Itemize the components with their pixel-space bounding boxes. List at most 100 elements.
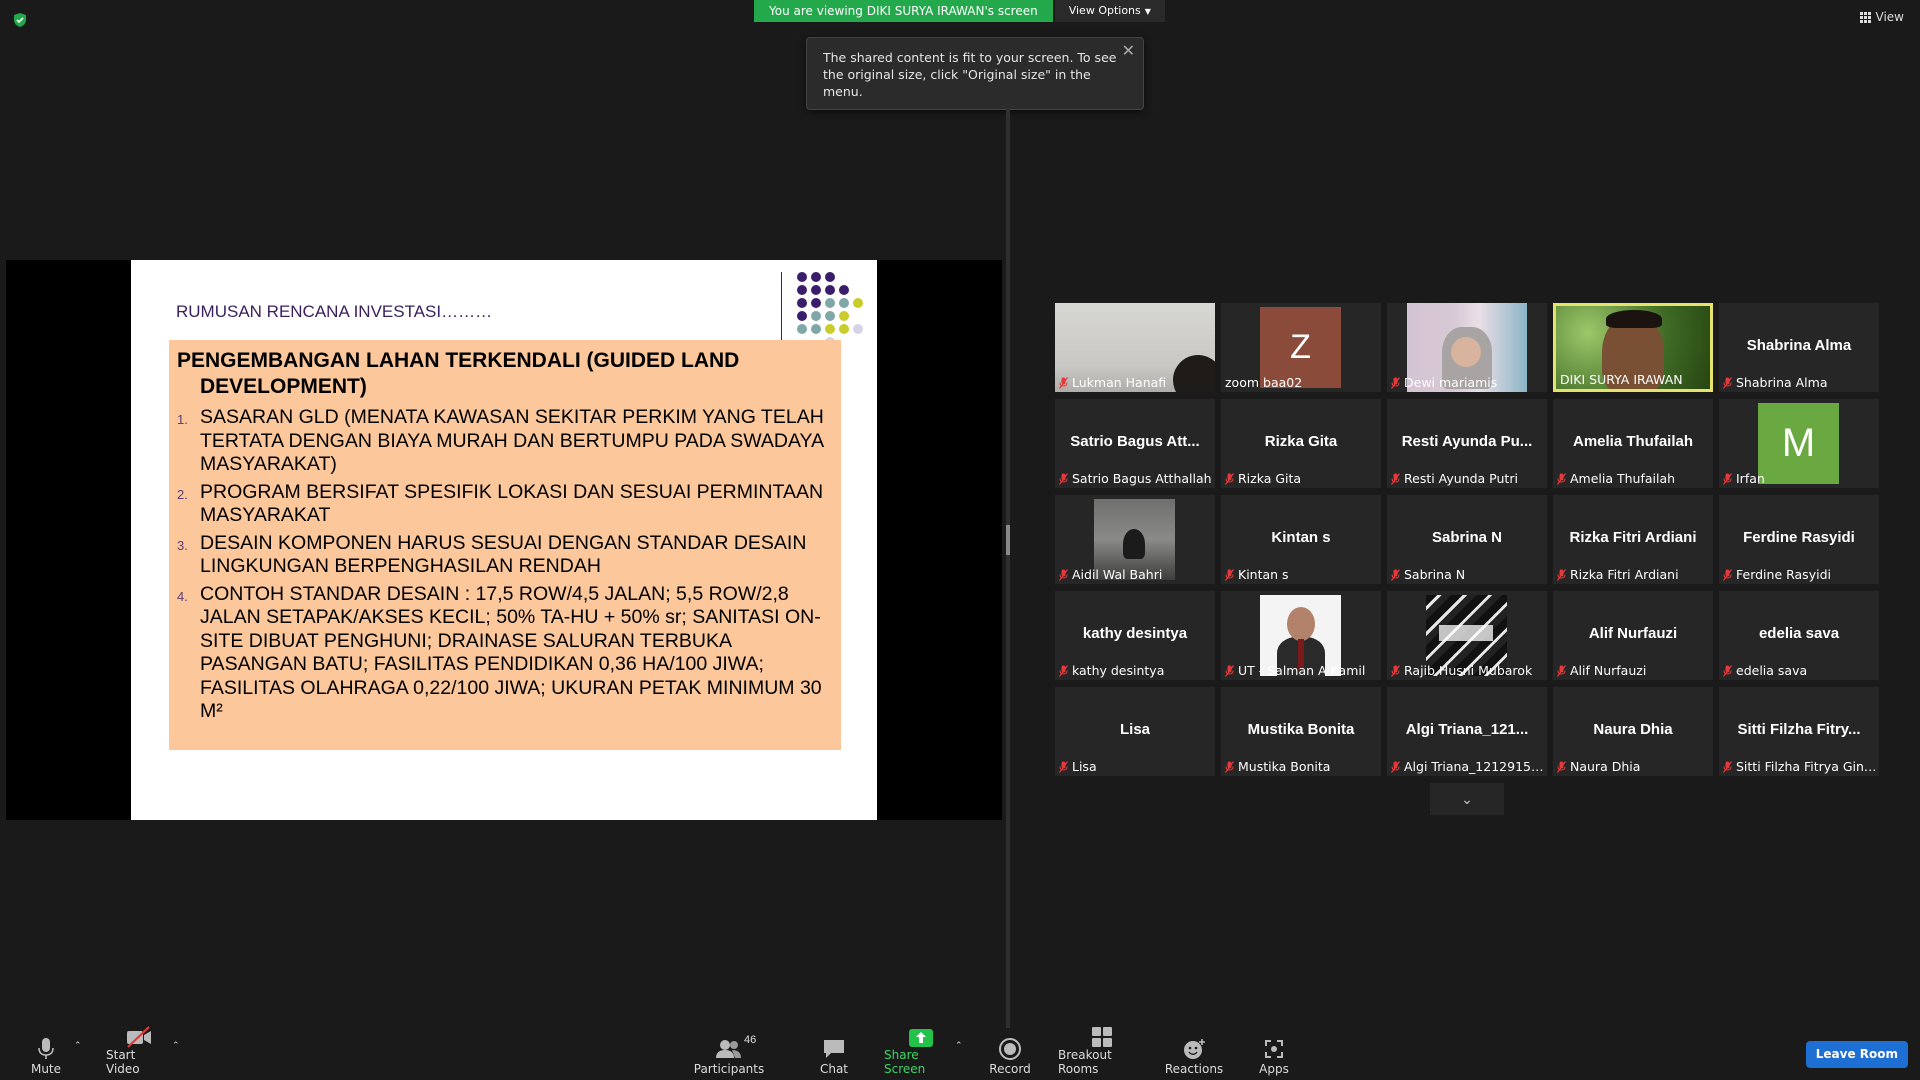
slide-item-number: 3. bbox=[177, 537, 188, 553]
apps-button[interactable]: Apps bbox=[1256, 1030, 1292, 1076]
resize-handle[interactable] bbox=[1006, 525, 1010, 555]
participant-name: zoom baa02 bbox=[1225, 375, 1303, 390]
participant-tile[interactable]: Lisa Lisa bbox=[1055, 687, 1215, 776]
breakout-rooms-label: Breakout Rooms bbox=[1058, 1048, 1112, 1076]
share-screen-icon bbox=[909, 1029, 933, 1047]
chat-button[interactable]: Chat bbox=[810, 1030, 858, 1076]
muted-mic-icon bbox=[1557, 760, 1566, 773]
participant-tile[interactable]: DIKI SURYA IRAWAN bbox=[1553, 303, 1713, 392]
muted-mic-icon bbox=[1059, 664, 1068, 677]
decorative-dot bbox=[839, 311, 849, 321]
decorative-dot bbox=[811, 272, 821, 282]
participant-tile[interactable]: Rizka Fitri Ardiani Rizka Fitri Ardiani bbox=[1553, 495, 1713, 584]
video-options-caret[interactable]: ⌃ bbox=[172, 1040, 180, 1051]
audio-options-caret[interactable]: ⌃ bbox=[74, 1040, 82, 1051]
mute-label: Mute bbox=[30, 1062, 62, 1076]
participant-tile[interactable]: Lukman Hanafi bbox=[1055, 303, 1215, 392]
participant-tile[interactable]: Alif Nurfauzi Alif Nurfauzi bbox=[1553, 591, 1713, 680]
participant-display-name: Algi Triana_121... bbox=[1405, 721, 1529, 738]
participant-name-label: Lisa bbox=[1059, 759, 1097, 774]
muted-mic-icon bbox=[1557, 664, 1566, 677]
view-options-button[interactable]: View Options ▼ bbox=[1054, 0, 1165, 22]
fit-to-screen-notice: The shared content is fit to your screen… bbox=[806, 37, 1144, 110]
participant-tile[interactable]: Sabrina N Sabrina N bbox=[1387, 495, 1547, 584]
participant-tile[interactable]: Aidil Wal Bahri bbox=[1055, 495, 1215, 584]
participant-display-name: Rizka Gita bbox=[1264, 433, 1338, 450]
breakout-rooms-button[interactable]: Breakout Rooms bbox=[1058, 1027, 1146, 1076]
participant-tile[interactable]: Satrio Bagus Att... Satrio Bagus Atthalla… bbox=[1055, 399, 1215, 488]
leave-room-button[interactable]: Leave Room bbox=[1805, 1041, 1908, 1068]
slide-heading-line1: PENGEMBANGAN LAHAN TERKENDALI (GUIDED LA… bbox=[177, 349, 740, 372]
chat-label: Chat bbox=[819, 1062, 849, 1076]
participant-tile[interactable]: Algi Triana_121... Algi Triana_12129150..… bbox=[1387, 687, 1547, 776]
participant-tile[interactable]: Mustika Bonita Mustika Bonita bbox=[1221, 687, 1381, 776]
decorative-dot bbox=[853, 285, 863, 295]
participant-tile[interactable]: Zzoom baa02 bbox=[1221, 303, 1381, 392]
participants-label: Participants bbox=[693, 1062, 765, 1076]
participant-tile[interactable]: M Irfan bbox=[1719, 399, 1879, 488]
encryption-shield-icon[interactable] bbox=[12, 12, 28, 28]
start-video-label: Start Video bbox=[106, 1048, 140, 1076]
participant-tile[interactable]: Resti Ayunda Pu... Resti Ayunda Putri bbox=[1387, 399, 1547, 488]
panel-divider[interactable] bbox=[1006, 108, 1010, 1028]
participant-display-name: Rizka Fitri Ardiani bbox=[1569, 529, 1697, 546]
decorative-dot bbox=[797, 285, 807, 295]
mute-button[interactable]: Mute bbox=[22, 1030, 70, 1076]
participant-tile[interactable]: Dewi mariamis bbox=[1387, 303, 1547, 392]
participant-name-label: Ferdine Rasyidi bbox=[1723, 567, 1831, 582]
avatar: M bbox=[1758, 403, 1839, 484]
decorative-dot bbox=[853, 350, 863, 360]
start-video-button[interactable]: Start Video bbox=[106, 1026, 172, 1076]
muted-mic-icon bbox=[1391, 376, 1400, 389]
gallery-next-page-button[interactable]: ⌄ bbox=[1430, 783, 1504, 815]
decorative-dot bbox=[853, 337, 863, 347]
muted-mic-icon bbox=[1059, 568, 1068, 581]
participant-tile[interactable]: kathy desintya kathy desintya bbox=[1055, 591, 1215, 680]
slide-item-text: DESAIN KOMPONEN HARUS SESUAI DENGAN STAN… bbox=[200, 531, 807, 578]
participant-name-label: UT - Salman A Kamil bbox=[1225, 663, 1365, 678]
avatar-photo-shape bbox=[1439, 625, 1493, 641]
participant-name-label: Alif Nurfauzi bbox=[1557, 663, 1646, 678]
participant-name-label: Algi Triana_12129150... bbox=[1391, 759, 1545, 774]
participant-tile[interactable]: Sitti Filzha Fitry... Sitti Filzha Fitrya… bbox=[1719, 687, 1879, 776]
participant-tile[interactable]: UT - Salman A Kamil bbox=[1221, 591, 1381, 680]
reactions-button[interactable]: Reactions bbox=[1165, 1030, 1223, 1076]
participant-tile[interactable]: Amelia Thufailah Amelia Thufailah bbox=[1553, 399, 1713, 488]
participant-name-label: Amelia Thufailah bbox=[1557, 471, 1675, 486]
participant-display-name: Satrio Bagus Att... bbox=[1070, 433, 1200, 450]
share-screen-button[interactable]: Share Screen bbox=[884, 1029, 958, 1076]
meeting-toolbar: Mute ⌃ Start Video ⌃ Participants 46 Cha… bbox=[0, 1026, 1920, 1080]
participant-display-name: Sabrina N bbox=[1431, 529, 1503, 546]
participant-name: Aidil Wal Bahri bbox=[1072, 567, 1163, 582]
participant-tile[interactable]: Shabrina Alma Shabrina Alma bbox=[1719, 303, 1879, 392]
participant-name-label: edelia sava bbox=[1723, 663, 1807, 678]
decorative-dot bbox=[811, 298, 821, 308]
chat-icon bbox=[824, 1040, 844, 1058]
participant-name: kathy desintya bbox=[1072, 663, 1165, 678]
muted-mic-icon bbox=[1391, 760, 1400, 773]
participant-name-label: Lukman Hanafi bbox=[1059, 375, 1166, 390]
microphone-icon bbox=[38, 1038, 54, 1059]
decorative-dot bbox=[811, 285, 821, 295]
participant-tile[interactable]: Kintan s Kintan s bbox=[1221, 495, 1381, 584]
share-options-caret[interactable]: ⌃ bbox=[955, 1040, 963, 1051]
muted-mic-icon bbox=[1391, 664, 1400, 677]
participant-tile[interactable]: Rizka Gita Rizka Gita bbox=[1221, 399, 1381, 488]
decorative-dot bbox=[797, 298, 807, 308]
muted-mic-icon bbox=[1723, 376, 1732, 389]
participant-display-name: Naura Dhia bbox=[1593, 721, 1673, 738]
close-icon[interactable]: ✕ bbox=[1122, 42, 1135, 59]
participant-name: Rizka Fitri Ardiani bbox=[1570, 567, 1679, 582]
presentation-slide: RUMUSAN RENCANA INVESTASI……… PENGEMBANGA… bbox=[131, 260, 877, 820]
record-button[interactable]: Record bbox=[986, 1030, 1034, 1076]
participant-tile[interactable]: Naura Dhia Naura Dhia bbox=[1553, 687, 1713, 776]
participant-tile[interactable]: edelia sava edelia sava bbox=[1719, 591, 1879, 680]
decorative-dot bbox=[797, 324, 807, 334]
participant-tile[interactable]: Rajib Husni Mubarok bbox=[1387, 591, 1547, 680]
gallery-view-button[interactable]: View bbox=[1859, 10, 1904, 24]
decorative-dot bbox=[797, 272, 807, 282]
participant-name-label: zoom baa02 bbox=[1225, 375, 1302, 390]
participant-tile[interactable]: Ferdine Rasyidi Ferdine Rasyidi bbox=[1719, 495, 1879, 584]
slide-heading: PENGEMBANGAN LAHAN TERKENDALI (GUIDED LA… bbox=[177, 348, 833, 400]
participant-name-label: Sabrina N bbox=[1391, 567, 1465, 582]
